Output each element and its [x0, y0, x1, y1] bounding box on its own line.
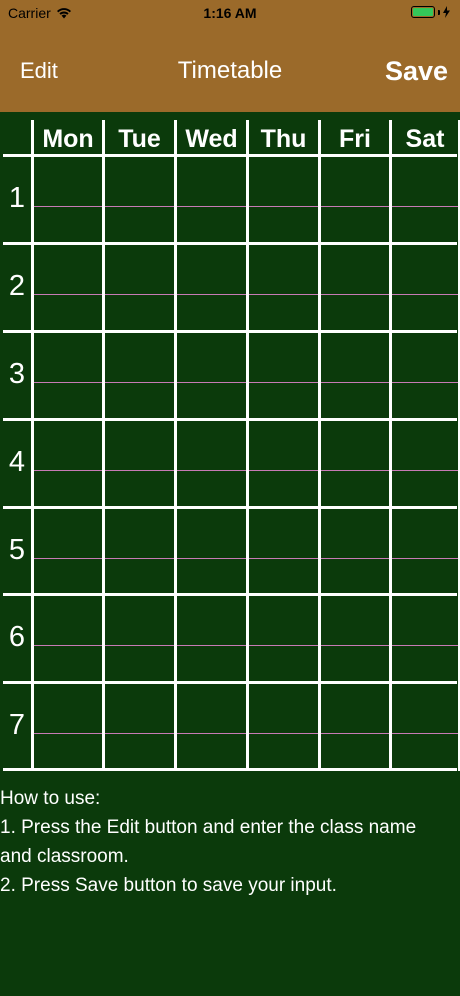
timetable-cell[interactable] — [249, 157, 318, 242]
timetable-cell[interactable] — [34, 509, 102, 593]
timetable-cell[interactable] — [321, 245, 389, 330]
battery-icon — [411, 6, 435, 18]
instruction-line: 2. Press Save button to save your input. — [0, 875, 337, 896]
timetable-cell[interactable] — [177, 421, 246, 506]
timetable-cell[interactable] — [105, 509, 174, 593]
timetable-cell[interactable] — [321, 596, 389, 681]
instruction-line: 1. Press the Edit button and enter the c… — [0, 817, 417, 838]
charging-bolt-icon — [443, 6, 450, 18]
timetable-grid: Mon Tue Wed Thu Fri Sat 1 2 3 4 5 6 7 — [0, 112, 460, 772]
timetable-cell[interactable] — [249, 596, 318, 681]
grid-vertical-line — [102, 120, 105, 771]
day-header-tue: Tue — [118, 125, 161, 153]
timetable-cell[interactable] — [321, 333, 389, 418]
period-label: 6 — [8, 621, 26, 653]
grid-horizontal-line — [3, 506, 457, 509]
grid-horizontal-line — [3, 418, 457, 421]
day-header-thu: Thu — [260, 125, 307, 153]
timetable-cell[interactable] — [34, 684, 102, 768]
grid-horizontal-line — [3, 330, 457, 333]
timetable-cell[interactable] — [34, 245, 102, 330]
grid-vertical-line — [318, 120, 321, 771]
timetable-cell[interactable] — [177, 684, 246, 768]
timetable-cell[interactable] — [392, 421, 458, 506]
period-label: 2 — [8, 270, 26, 302]
grid-vertical-line — [31, 120, 34, 771]
period-label: 4 — [8, 446, 26, 478]
instruction-line: How to use: — [0, 788, 101, 809]
timetable-cell[interactable] — [105, 596, 174, 681]
timetable-cell[interactable] — [249, 421, 318, 506]
day-header-sat: Sat — [405, 125, 445, 153]
status-bar: Carrier 1:16 AM — [0, 0, 460, 30]
battery-tip — [438, 9, 440, 15]
timetable-cell[interactable] — [249, 509, 318, 593]
timetable-cell[interactable] — [105, 421, 174, 506]
timetable-cell[interactable] — [34, 333, 102, 418]
instruction-line: and classroom. — [0, 846, 129, 867]
period-label: 3 — [8, 358, 26, 390]
status-time: 1:16 AM — [203, 5, 257, 21]
grid-vertical-line — [174, 120, 177, 771]
timetable-cell[interactable] — [105, 157, 174, 242]
day-header-fri: Fri — [339, 125, 371, 153]
timetable-cell[interactable] — [34, 421, 102, 506]
timetable-cell[interactable] — [392, 157, 458, 242]
timetable-cell[interactable] — [177, 157, 246, 242]
timetable-cell[interactable] — [105, 333, 174, 418]
timetable-cell[interactable] — [34, 157, 102, 242]
grid-horizontal-line — [3, 768, 457, 771]
battery-fill — [413, 8, 433, 16]
timetable-cell[interactable] — [321, 157, 389, 242]
timetable-cell[interactable] — [321, 421, 389, 506]
timetable-cell[interactable] — [392, 596, 458, 681]
period-label: 1 — [8, 182, 26, 214]
timetable-cell[interactable] — [34, 596, 102, 681]
timetable-cell[interactable] — [392, 509, 458, 593]
timetable-cell[interactable] — [177, 245, 246, 330]
timetable-cell[interactable] — [392, 333, 458, 418]
grid-horizontal-line — [3, 681, 457, 684]
timetable-cell[interactable] — [105, 684, 174, 768]
status-right — [411, 6, 450, 18]
grid-vertical-line — [246, 120, 249, 771]
timetable-cell[interactable] — [249, 333, 318, 418]
day-header-mon: Mon — [42, 125, 94, 153]
period-label: 7 — [8, 709, 26, 741]
save-button[interactable]: Save — [385, 56, 448, 87]
timetable-cell[interactable] — [321, 509, 389, 593]
timetable-cell[interactable] — [392, 245, 458, 330]
timetable-cell[interactable] — [321, 684, 389, 768]
instructions: How to use: 1. Press the Edit button and … — [0, 784, 460, 900]
timetable-cell[interactable] — [249, 684, 318, 768]
timetable-cell[interactable] — [177, 333, 246, 418]
timetable-cell[interactable] — [177, 596, 246, 681]
period-label: 5 — [8, 534, 26, 566]
timetable-cell[interactable] — [177, 509, 246, 593]
day-header-wed: Wed — [185, 125, 238, 153]
timetable-cell[interactable] — [392, 684, 458, 768]
grid-horizontal-line — [3, 242, 457, 245]
navigation-bar: Edit Timetable Save — [0, 30, 460, 112]
grid-horizontal-line — [3, 593, 457, 596]
timetable-cell[interactable] — [249, 245, 318, 330]
timetable-cell[interactable] — [105, 245, 174, 330]
grid-vertical-line — [389, 120, 392, 771]
